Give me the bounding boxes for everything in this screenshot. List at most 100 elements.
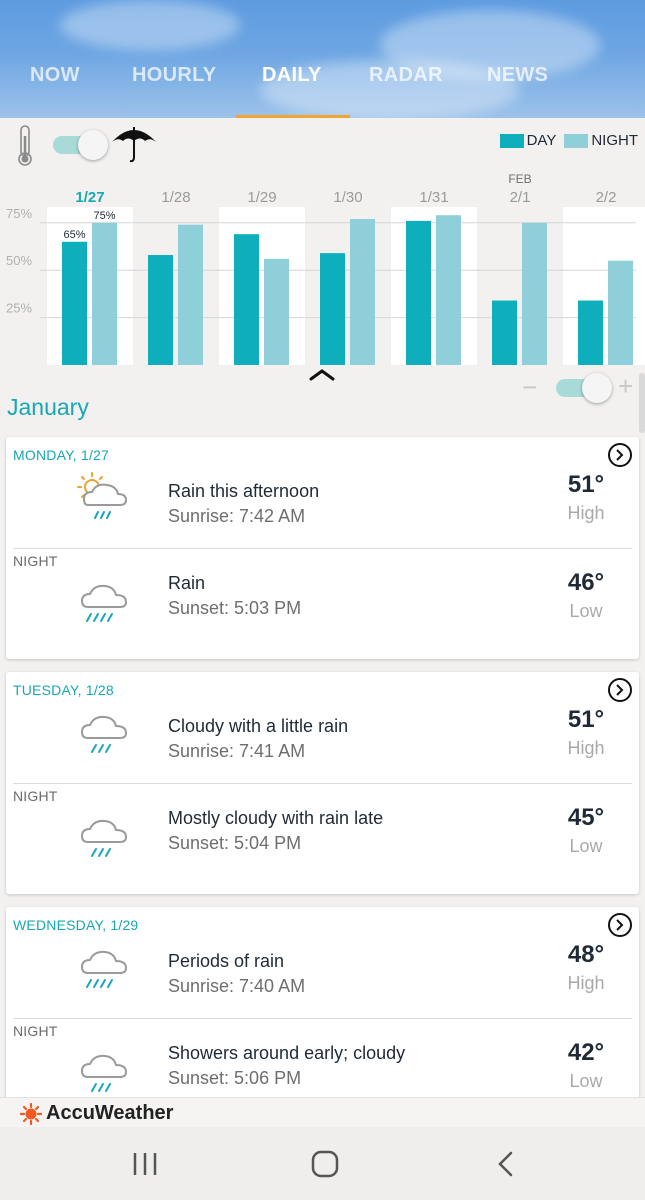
day-precip-bar	[492, 300, 517, 365]
chart-xtick-label: 2/2	[596, 189, 617, 206]
chevron-right-icon	[616, 684, 624, 696]
chevron-right-icon	[616, 449, 624, 461]
day-condition: Rain this afternoon	[168, 481, 320, 501]
low-label: Low	[569, 836, 603, 856]
day-condition: Periods of rain	[168, 951, 285, 971]
chart-column-highlight	[47, 207, 133, 365]
day-precip-bar	[148, 255, 173, 365]
low-label: Low	[569, 1071, 603, 1091]
day-card-2[interactable]: WEDNESDAY, 1/29 Periods of rain Sunrise:…	[6, 907, 639, 1129]
low-temp: 42°	[567, 1039, 605, 1066]
accuweather-sun-icon	[20, 1102, 42, 1125]
chart-month-prefix: FEB	[508, 172, 531, 186]
chevron-right-icon	[616, 919, 624, 931]
day-card-1[interactable]: TUESDAY, 1/28 Cloudy with a little rain …	[6, 672, 639, 894]
chart-xtick-label: 2/1	[510, 189, 531, 206]
chart-column-highlight	[219, 207, 305, 365]
details-arrow-button[interactable]	[608, 913, 632, 937]
light-rain-cloud-icon	[76, 712, 132, 767]
night-precip-bar	[264, 258, 289, 365]
rain-cloud-icon	[76, 581, 132, 636]
recent-apps-icon[interactable]	[131, 1151, 159, 1182]
night-condition: Rain	[168, 573, 206, 593]
sunrise-time: Sunrise: 7:41 AM	[168, 741, 306, 761]
sunset-time: Sunset: 5:06 PM	[168, 1068, 302, 1088]
night-precip-bar	[608, 260, 633, 365]
thermometer-icon[interactable]	[14, 124, 36, 173]
day-precip-bar	[320, 253, 345, 365]
divider	[13, 1018, 632, 1019]
high-temp: 51°	[567, 706, 605, 733]
chart-xtick-label: 1/28	[161, 189, 190, 206]
night-label: NIGHT	[13, 553, 58, 569]
sky-cloud	[60, 0, 240, 50]
tab-bar: NOW HOURLY DAILY RADAR NEWS	[0, 58, 645, 118]
chart-legend: DAY NIGHT	[499, 132, 638, 149]
divider	[13, 783, 632, 784]
low-temp: 46°	[567, 569, 605, 596]
temp-precip-toggle[interactable]	[53, 130, 109, 160]
month-heading: January	[7, 394, 89, 420]
chart-xtick-label: 1/31	[419, 189, 448, 206]
collapse-chart-chevron-icon[interactable]	[308, 368, 336, 387]
chart-data-label: 65%	[63, 229, 85, 241]
night-condition: Mostly cloudy with rain late	[168, 808, 384, 828]
details-arrow-button[interactable]	[608, 443, 632, 467]
day-label: MONDAY, 1/27	[13, 447, 110, 463]
legend-night-label: NIGHT	[591, 132, 638, 149]
night-label: NIGHT	[13, 1023, 58, 1039]
high-label: High	[567, 503, 605, 523]
light-rain-cloud-icon	[76, 816, 132, 871]
side-scroll-handle[interactable]	[639, 373, 645, 433]
legend-day-swatch	[499, 133, 524, 148]
chart-xtick-label: 1/29	[247, 189, 276, 206]
sunrise-time: Sunrise: 7:40 AM	[168, 976, 306, 996]
night-condition: Showers around early; cloudy	[168, 1043, 406, 1063]
legend-day-label: DAY	[526, 132, 557, 149]
divider	[13, 548, 632, 549]
precipitation-chart-panel: 25% 50% 75% 1/27 1/28 1/29 1/30 1/31 2/1 FEB 2/2 65…	[0, 118, 645, 433]
high-label: High	[567, 738, 605, 758]
day-precip-bar	[406, 220, 431, 365]
sunrise-time: Sunrise: 7:42 AM	[168, 506, 306, 526]
day-precip-bar	[578, 300, 603, 365]
umbrella-icon[interactable]	[110, 124, 158, 169]
chart-ytick-label: 75%	[6, 206, 32, 221]
zoom-in-icon[interactable]: +	[618, 371, 633, 402]
zoom-toggle[interactable]	[556, 373, 612, 403]
day-card-0[interactable]: MONDAY, 1/27 Rain this afternoon Sunrise…	[6, 437, 639, 659]
back-icon[interactable]	[496, 1150, 516, 1183]
chart-column-highlight	[391, 207, 477, 365]
high-temp: 51°	[567, 471, 605, 498]
chart-xtick-label: 1/30	[333, 189, 362, 206]
tab-radar[interactable]: RADAR	[369, 64, 443, 87]
night-precip-bar	[178, 224, 203, 365]
chart-ytick-label: 25%	[6, 301, 32, 316]
high-temp: 48°	[567, 941, 605, 968]
partly-sunny-rain-icon	[76, 471, 132, 534]
tab-hourly[interactable]: HOURLY	[132, 64, 216, 87]
accuweather-logo[interactable]: AccuWeather	[20, 1102, 173, 1125]
home-icon[interactable]	[311, 1150, 339, 1183]
chart-data-label: 75%	[93, 210, 115, 222]
night-precip-bar	[522, 222, 547, 365]
system-nav-bar	[0, 1127, 645, 1200]
rain-cloud-icon	[76, 947, 132, 1002]
tab-now[interactable]: NOW	[30, 64, 80, 87]
tab-news[interactable]: NEWS	[487, 64, 548, 87]
low-temp: 45°	[567, 804, 605, 831]
sunset-time: Sunset: 5:03 PM	[168, 598, 302, 618]
details-arrow-button[interactable]	[608, 678, 632, 702]
header: NOW HOURLY DAILY RADAR NEWS	[0, 0, 645, 118]
low-label: Low	[569, 601, 603, 621]
chart-ytick-label: 50%	[6, 253, 32, 268]
brand-bar: AccuWeather	[0, 1097, 645, 1127]
day-precip-bar	[62, 241, 87, 365]
sunset-time: Sunset: 5:04 PM	[168, 833, 302, 853]
zoom-out-icon[interactable]: −	[522, 372, 537, 403]
night-precip-bar	[92, 222, 117, 365]
tab-daily[interactable]: DAILY	[262, 64, 322, 87]
day-condition: Cloudy with a little rain	[168, 716, 349, 736]
night-label: NIGHT	[13, 788, 58, 804]
legend-night-swatch	[564, 133, 589, 148]
